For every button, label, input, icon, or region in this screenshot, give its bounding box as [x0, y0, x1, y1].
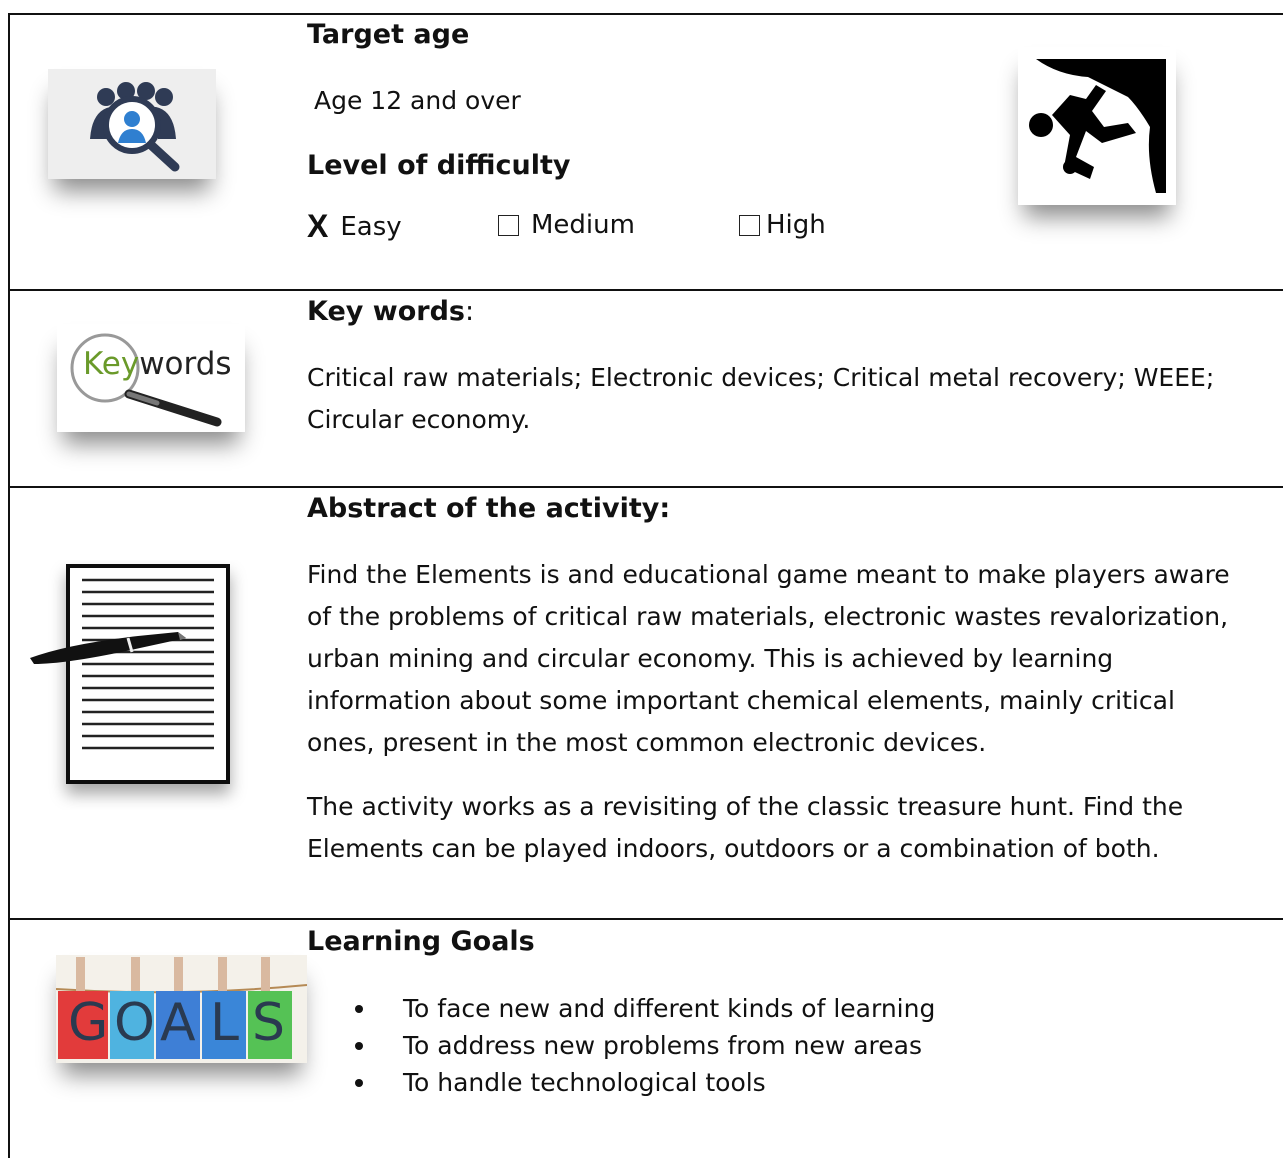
learning-goals-list: To face new and different kinds of learn…: [355, 990, 935, 1101]
keywords-line-1: Critical raw materials; Electronic devic…: [307, 363, 1215, 392]
checkbox-icon[interactable]: [498, 214, 519, 236]
keywords-heading-colon: :: [464, 296, 475, 327]
abstract-p1-line: urban mining and circular economy. This …: [307, 644, 1114, 673]
difficulty-heading: Level of difficulty: [307, 150, 571, 181]
abstract-p1-line: of the problems of critical raw material…: [307, 602, 1229, 631]
keywords-magnifier-icon: Keywords: [57, 324, 245, 432]
list-item: To address new problems from new areas: [355, 1027, 935, 1064]
difficulty-label-medium: Medium: [531, 210, 635, 240]
goals-letter: G: [68, 993, 109, 1053]
difficulty-option-high[interactable]: High: [739, 210, 826, 240]
goal-text: To face new and different kinds of learn…: [403, 994, 936, 1023]
row-divider-3: [8, 918, 1283, 920]
abstract-heading: Abstract of the activity:: [307, 493, 671, 524]
keywords-logo-words: words: [139, 346, 232, 382]
checkbox-icon[interactable]: [739, 214, 760, 236]
keywords-line-2: Circular economy.: [307, 405, 531, 434]
abstract-p1-line: ones, present in the most common electro…: [307, 728, 987, 757]
goals-letter: O: [114, 993, 155, 1053]
abstract-p2-line: The activity works as a revisiting of th…: [307, 792, 1184, 821]
keywords-logo-key: Key: [83, 346, 140, 382]
table-top-border: [8, 13, 1283, 15]
goals-cards-icon: G O A L S: [55, 955, 308, 1063]
difficulty-label-high: High: [766, 210, 826, 240]
audience-search-icon: [48, 69, 216, 179]
bullet-icon: [355, 1042, 363, 1050]
abstract-paragraph-2: The activity works as a revisiting of th…: [307, 786, 1183, 870]
abstract-p1-line: Find the Elements is and educational gam…: [307, 560, 1230, 589]
table-left-border: [8, 13, 10, 1158]
list-item: To face new and different kinds of learn…: [355, 990, 935, 1027]
keywords-heading-text: Key words: [307, 296, 465, 327]
row-divider-2: [8, 486, 1283, 488]
difficulty-label-easy: Easy: [340, 211, 402, 242]
bullet-icon: [355, 1005, 363, 1013]
abstract-p2-line: Elements can be played indoors, outdoors…: [307, 834, 1160, 863]
document-pen-icon: [28, 560, 248, 810]
goal-text: To handle technological tools: [403, 1068, 766, 1097]
bullet-icon: [355, 1079, 363, 1087]
abstract-paragraph-1: Find the Elements is and educational gam…: [307, 554, 1230, 764]
goals-letter: L: [210, 993, 239, 1053]
goals-letter: S: [252, 993, 286, 1053]
row-divider-1: [8, 289, 1283, 291]
target-age-value: Age 12 and over: [314, 86, 521, 115]
target-age-heading: Target age: [307, 19, 470, 50]
climber-icon: [1018, 47, 1176, 205]
list-item: To handle technological tools: [355, 1064, 935, 1101]
learning-goals-heading: Learning Goals: [307, 926, 535, 957]
difficulty-option-medium[interactable]: Medium: [498, 210, 635, 240]
difficulty-option-easy[interactable]: X Easy: [307, 208, 402, 245]
keywords-heading: Key words:: [307, 296, 474, 327]
x-mark-icon: X: [307, 208, 329, 244]
goal-text: To address new problems from new areas: [403, 1031, 922, 1060]
goals-letter: A: [160, 993, 196, 1053]
abstract-p1-line: information about some important chemica…: [307, 686, 1175, 715]
